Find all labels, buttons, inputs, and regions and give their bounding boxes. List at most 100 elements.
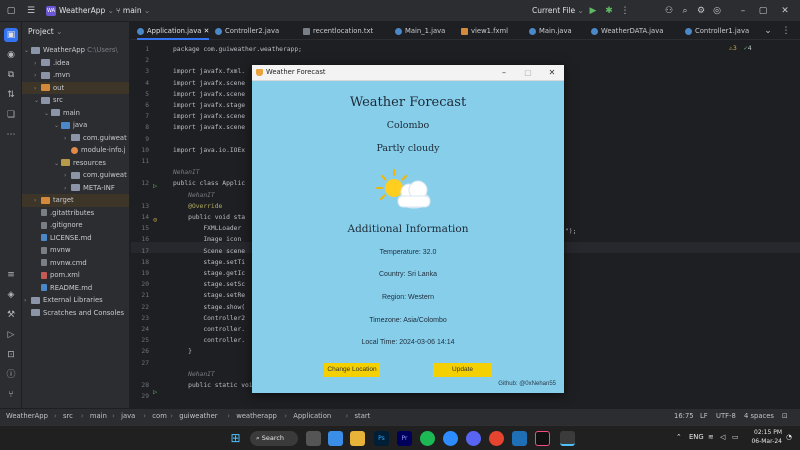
tab-main-java[interactable]: Main.java — [529, 22, 572, 40]
task-view-icon[interactable] — [306, 431, 321, 446]
tree-item-java[interactable]: ⌄ java — [22, 119, 129, 132]
project-switcher[interactable]: WA WeatherApp ⌄ — [46, 4, 114, 18]
notifications-icon[interactable]: ◔ — [786, 433, 792, 441]
more-tabs-icon[interactable]: ⋮ — [779, 24, 793, 38]
hamburger-menu-icon[interactable]: ☰ — [24, 4, 38, 18]
ai-assistant-icon[interactable]: ◎ — [710, 4, 724, 18]
tree-item-mvn[interactable]: › .mvn — [22, 69, 129, 82]
tree-item-readme[interactable]: README.md — [22, 282, 129, 295]
breadcrumb-item[interactable]: guiweather — [179, 412, 217, 420]
tree-item-mvnw[interactable]: mvnw — [22, 244, 129, 257]
tree-item-license[interactable]: LICENSE.md — [22, 232, 129, 245]
layers-icon[interactable]: ◈ — [4, 288, 18, 302]
run-icon[interactable]: ▶ — [586, 4, 600, 18]
volume-icon[interactable]: ◁ — [720, 433, 725, 441]
structure-icon[interactable]: ⧉ — [4, 68, 18, 82]
search-icon[interactable]: ⌕ — [678, 4, 692, 18]
run-config-selector[interactable]: Current File ⌄ — [532, 4, 584, 18]
close-icon[interactable]: ✕ — [204, 27, 210, 35]
tab-view1-fxml[interactable]: view1.fxml — [461, 22, 508, 40]
tree-item-mvnw-cmd[interactable]: mvnw.cmd — [22, 257, 129, 270]
intellij-icon[interactable] — [535, 431, 550, 446]
debug-icon[interactable]: ✱ — [602, 4, 616, 18]
build-icon[interactable]: ⚒ — [4, 308, 18, 322]
add-user-icon[interactable]: ⚇ — [662, 4, 676, 18]
breadcrumb-item[interactable]: java — [121, 412, 135, 420]
git-icon[interactable]: ⑂ — [4, 388, 18, 402]
tree-item-gitignore[interactable]: .gitignore — [22, 219, 129, 232]
spotify-icon[interactable] — [420, 431, 435, 446]
tree-item-main[interactable]: ⌄ main — [22, 107, 129, 120]
tab-weatherdata-java[interactable]: WeatherDATA.java — [591, 22, 663, 40]
app-menu-icon[interactable]: ▢ — [4, 4, 18, 18]
weather-window-titlebar[interactable]: Weather Forecast – ▢ ✕ — [252, 65, 564, 81]
branch-switcher[interactable]: ⑂ main ⌄ — [116, 4, 150, 18]
battery-icon[interactable]: ▭ — [732, 433, 738, 441]
run-main-icon[interactable]: ▷ — [153, 388, 157, 396]
java-app-taskbar-icon[interactable] — [560, 431, 575, 446]
breadcrumb-item[interactable]: Application — [293, 412, 331, 420]
tree-item-gitattributes[interactable]: .gitattributes — [22, 207, 129, 220]
settings-gear-icon[interactable]: ⚙ — [694, 4, 708, 18]
clock-date[interactable]: 06-Mar-24 — [750, 438, 782, 445]
tree-root[interactable]: ⌄ WeatherApp C:\Users\ — [22, 44, 129, 57]
tree-item-resources[interactable]: ⌄ resources — [22, 157, 129, 170]
minimize-icon[interactable]: – — [492, 65, 516, 81]
update-button[interactable]: Update — [433, 363, 492, 377]
terminal-icon[interactable]: ⊡ — [4, 348, 18, 362]
bookmarks-icon[interactable]: ❏ — [4, 108, 18, 122]
wifi-icon[interactable]: ≋ — [708, 433, 714, 441]
breadcrumb-item[interactable]: start — [355, 412, 371, 420]
widgets-icon[interactable] — [328, 431, 343, 446]
todo-icon[interactable]: ≡ — [4, 268, 18, 282]
run-tool-icon[interactable]: ▷ — [4, 328, 18, 342]
breadcrumb-item[interactable]: weatherapp — [236, 412, 277, 420]
lock-icon[interactable]: ⊡ — [782, 412, 788, 420]
maximize-icon[interactable]: ▢ — [516, 65, 540, 81]
chevron-up-icon[interactable]: ⌃ — [676, 433, 682, 441]
tab-controller2-java[interactable]: Controller2.java — [215, 22, 279, 40]
close-icon[interactable]: ✕ — [778, 4, 792, 18]
tab-recentlocation-txt[interactable]: recentlocation.txt — [303, 22, 373, 40]
minimize-icon[interactable]: – — [736, 4, 750, 18]
chrome-icon[interactable] — [489, 431, 504, 446]
run-class-icon[interactable]: ▷ — [153, 182, 157, 190]
commit-icon[interactable]: ◉ — [4, 48, 18, 62]
change-location-button[interactable]: Change Location — [324, 363, 380, 377]
clock-time[interactable]: 02:15 PM — [750, 429, 782, 436]
tree-item-meta-inf[interactable]: › META-INF — [22, 182, 129, 195]
file-explorer-icon[interactable] — [350, 431, 365, 446]
line-ending[interactable]: LF — [700, 412, 708, 420]
caret-position[interactable]: 16:75 — [674, 412, 694, 420]
project-tool-icon[interactable]: ▣ — [4, 28, 18, 42]
project-panel-header[interactable]: Project ⌄ — [28, 27, 62, 36]
breadcrumb-item[interactable]: com — [152, 412, 167, 420]
tab-application-java[interactable]: Application.java ✕ — [137, 22, 210, 40]
pull-requests-icon[interactable]: ⇅ — [4, 88, 18, 102]
tab-controller1-java[interactable]: Controller1.java — [685, 22, 749, 40]
tree-item-res-package[interactable]: › com.guiweat — [22, 169, 129, 182]
tree-item-target[interactable]: › target — [22, 194, 129, 207]
file-encoding[interactable]: UTF-8 — [716, 412, 736, 420]
windows-start-icon[interactable]: ⊞ — [228, 431, 243, 446]
tabs-dropdown-icon[interactable]: ⌄ — [761, 24, 775, 38]
tab-main1-java[interactable]: Main_1.java — [395, 22, 445, 40]
language-indicator[interactable]: ENG — [689, 433, 704, 441]
discord-icon[interactable] — [466, 431, 481, 446]
tree-item-src[interactable]: ⌄ src — [22, 94, 129, 107]
inspection-widget[interactable]: ⚠3 ✓4 — [729, 44, 752, 52]
more-actions-icon[interactable]: ⋮ — [618, 4, 632, 18]
vscode-icon[interactable] — [512, 431, 527, 446]
tree-item-package[interactable]: › com.guiweat — [22, 132, 129, 145]
override-marker-icon[interactable]: ⊙ — [153, 216, 157, 224]
maximize-icon[interactable]: ▢ — [756, 4, 770, 18]
breadcrumb-item[interactable]: main — [90, 412, 107, 420]
taskbar-search[interactable]: ⌕ Search — [250, 431, 298, 446]
problems-icon[interactable]: ⓘ — [4, 368, 18, 382]
tree-item-out[interactable]: › out — [22, 81, 129, 94]
tree-item-external-libraries[interactable]: › External Libraries — [22, 294, 129, 307]
indent-setting[interactable]: 4 spaces — [744, 412, 774, 420]
more-tools-icon[interactable]: ⋯ — [4, 128, 18, 142]
tree-item-pom[interactable]: pom.xml — [22, 269, 129, 282]
tree-item-scratches[interactable]: Scratches and Consoles — [22, 307, 129, 320]
